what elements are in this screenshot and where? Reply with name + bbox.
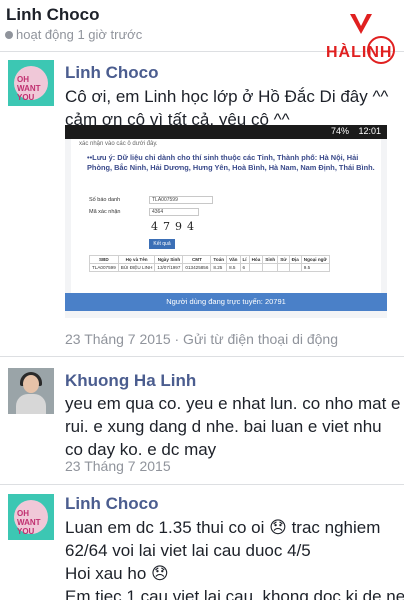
message-line: Hoi xau ho 😞 — [65, 564, 169, 583]
table-header: Sử — [277, 255, 290, 264]
active-status: hoạt động 1 giờ trước — [5, 27, 142, 42]
avatar[interactable]: OH WANT YOU — [8, 60, 54, 106]
code-field: 4364 — [149, 208, 199, 216]
table-cell — [248, 263, 264, 272]
battery-level: 74% — [330, 126, 349, 136]
table-header: Toán — [210, 255, 228, 264]
table-cell: 8.25 — [210, 263, 228, 272]
logo-text: HÀLINH — [326, 44, 393, 61]
contact-name[interactable]: Linh Choco — [6, 5, 99, 25]
table-cell: TLA007599 — [89, 263, 119, 272]
status-dot-icon — [5, 30, 13, 39]
post-author[interactable]: Linh Choco — [65, 494, 158, 514]
submit-button: Kết quả — [149, 239, 175, 249]
avatar-badge-text: OH WANT YOU — [17, 75, 41, 102]
table-header: Văn — [226, 255, 241, 264]
post-author[interactable]: Khuong Ha Linh — [65, 371, 196, 391]
table-cell — [277, 263, 290, 272]
avatar[interactable]: OH WANT YOU — [8, 494, 54, 540]
status-clock: 12:01 — [358, 126, 381, 136]
exam-results-page: xác nhận vào các ô dưới đây. ••Lưu ý: Dữ… — [71, 139, 381, 293]
active-status-text: hoạt động 1 giờ trước — [16, 27, 143, 42]
table-cell: 8.5 — [226, 263, 241, 272]
table-cell: 013425856 — [182, 263, 212, 272]
table-cell: 13/07/1997 — [154, 263, 184, 272]
table-header: Lí — [239, 255, 250, 264]
heart-v-icon — [350, 14, 372, 34]
table-cell — [262, 263, 279, 272]
table-cell — [288, 263, 302, 272]
divider — [0, 484, 404, 485]
post-timestamp: 23 Tháng 7 2015 — [65, 458, 171, 474]
table-header: Địa — [288, 255, 302, 264]
table-header: CMT — [182, 255, 212, 264]
phone-status-bar: 74% 12:01 — [65, 125, 387, 139]
online-users-bar: Người dùng đang trực tuyến: 20791 — [65, 293, 387, 311]
message-line: Em tiec 1 cau viet lai cau, khong doc ki… — [65, 587, 404, 600]
sbd-label: Số báo danh — [89, 197, 121, 203]
message-line: 62/64 voi lai viet lai cau duoc 4/5 — [65, 541, 311, 560]
table-header: Hóa — [248, 255, 264, 264]
post-author[interactable]: Linh Choco — [65, 63, 158, 83]
table-header: Sinh — [262, 255, 279, 264]
post-message: yeu em qua co. yeu e nhat lun. co nho ma… — [65, 394, 401, 459]
table-cell: BÙI ĐIỆU LINH — [117, 263, 156, 272]
region-note: ••Lưu ý: Dữ liệu chỉ dành cho thí sinh t… — [87, 153, 375, 172]
table-cell: 6 — [239, 263, 250, 272]
post-timestamp: 23 Tháng 7 2015 · Gửi từ điện thoại di đ… — [65, 331, 339, 347]
divider — [0, 356, 404, 357]
captcha-image: 4794 — [151, 220, 199, 233]
code-label: Mã xác nhận — [89, 209, 121, 215]
avatar-body — [16, 394, 46, 414]
avatar-badge-text: OH WANT YOU — [17, 509, 41, 536]
table-cell: 9.5 — [300, 263, 330, 272]
page-hint: xác nhận vào các ô dưới đây. — [79, 141, 158, 147]
table-header: Ngày Sinh — [154, 255, 184, 264]
watermark-logo: HÀLINH — [318, 6, 404, 72]
table-header: SBD — [89, 255, 119, 264]
avatar-face — [23, 375, 39, 393]
table-header: Họ và Tên — [117, 255, 156, 264]
sbd-field: TLA007599 — [149, 196, 213, 204]
table-header: Ngoại ngữ — [300, 255, 330, 264]
table-row: TLA007599 BÙI ĐIỆU LINH 13/07/1997 01342… — [89, 263, 330, 272]
post-message: Luan em dc 1.35 thui co oi 😞 trac nghiem… — [65, 516, 404, 600]
message-line: Luan em dc 1.35 thui co oi 😞 trac nghiem — [65, 518, 381, 537]
avatar[interactable] — [8, 368, 54, 414]
attached-screenshot[interactable]: 74% 12:01 xác nhận vào các ô dưới đây. •… — [65, 125, 387, 318]
results-table: SBD Họ và Tên Ngày Sinh CMT Toán Văn Lí … — [89, 255, 330, 272]
